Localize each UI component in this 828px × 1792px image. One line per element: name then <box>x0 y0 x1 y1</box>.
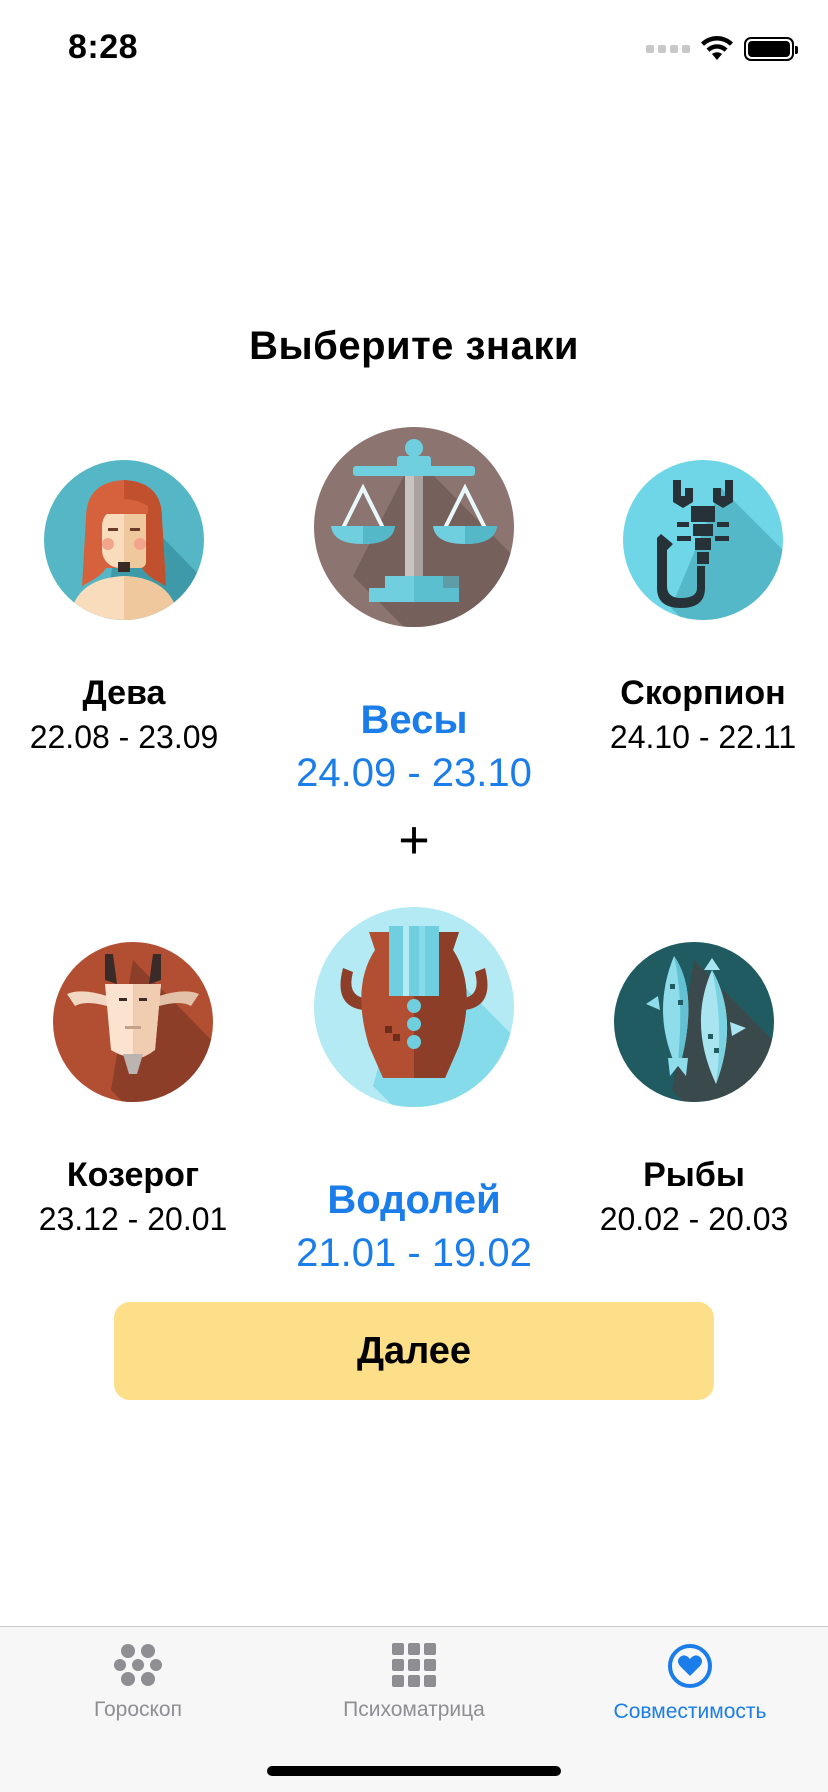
status-indicators <box>646 36 798 62</box>
tab-bar: Гороскоп Психоматрица Совместимость <box>0 1626 828 1792</box>
sign-name: Козерог <box>66 1156 200 1194</box>
horoscope-dots-icon <box>114 1644 162 1686</box>
sign-libra[interactable]: Весы 24.09 - 23.10 <box>264 426 564 796</box>
tab-compatibility[interactable]: Совместимость <box>552 1643 828 1724</box>
tab-label: Психоматрица <box>343 1698 485 1721</box>
sign-name: Скорпион <box>620 674 786 712</box>
grid-icon <box>392 1643 436 1687</box>
sign-dates: 20.02 - 20.03 <box>599 1201 789 1237</box>
aquarius-icon <box>314 907 514 1107</box>
wifi-icon <box>701 36 733 60</box>
home-indicator <box>267 1766 561 1776</box>
sign-virgo[interactable]: Дева 22.08 - 23.09 <box>24 458 224 756</box>
status-time: 8:28 <box>68 28 139 66</box>
libra-icon <box>314 427 514 627</box>
tab-label: Гороскоп <box>94 1698 182 1721</box>
battery-icon <box>744 37 798 61</box>
capricorn-icon <box>53 942 213 1102</box>
page-title: Выберите знаки <box>249 324 579 368</box>
sign-aquarius[interactable]: Водолей 21.01 - 19.02 <box>264 906 564 1276</box>
sign-scorpio[interactable]: Скорпион 24.10 - 22.11 <box>596 458 810 756</box>
sign-dates: 24.10 - 22.11 <box>609 719 797 755</box>
tab-horoscope[interactable]: Гороскоп <box>0 1643 276 1722</box>
heart-icon <box>668 1644 712 1688</box>
scorpio-icon <box>623 460 783 620</box>
plus-sign: + <box>398 810 430 870</box>
sign-dates: 24.09 - 23.10 <box>296 751 532 795</box>
sign-dates: 23.12 - 20.01 <box>38 1201 228 1237</box>
tab-psychomatrix[interactable]: Психоматрица <box>276 1643 552 1722</box>
sign-capricorn[interactable]: Козерог 23.12 - 20.01 <box>30 940 236 1238</box>
pisces-icon <box>614 942 774 1102</box>
cellular-signal-icon <box>646 45 690 53</box>
sign-dates: 21.01 - 19.02 <box>296 1231 532 1275</box>
next-button[interactable]: Далее <box>114 1302 714 1400</box>
tab-label: Совместимость <box>613 1700 767 1723</box>
sign-name: Дева <box>82 674 166 712</box>
virgo-icon <box>44 460 204 620</box>
sign-name: Рыбы <box>643 1156 745 1194</box>
sign-name: Весы <box>360 698 468 742</box>
sign-pisces[interactable]: Рыбы 20.02 - 20.03 <box>586 940 802 1238</box>
sign-name: Водолей <box>327 1178 501 1222</box>
screen: 8:28 Выберите знаки Дева 22.08 - 23.09 В… <box>0 0 828 1792</box>
sign-dates: 22.08 - 23.09 <box>29 719 219 755</box>
